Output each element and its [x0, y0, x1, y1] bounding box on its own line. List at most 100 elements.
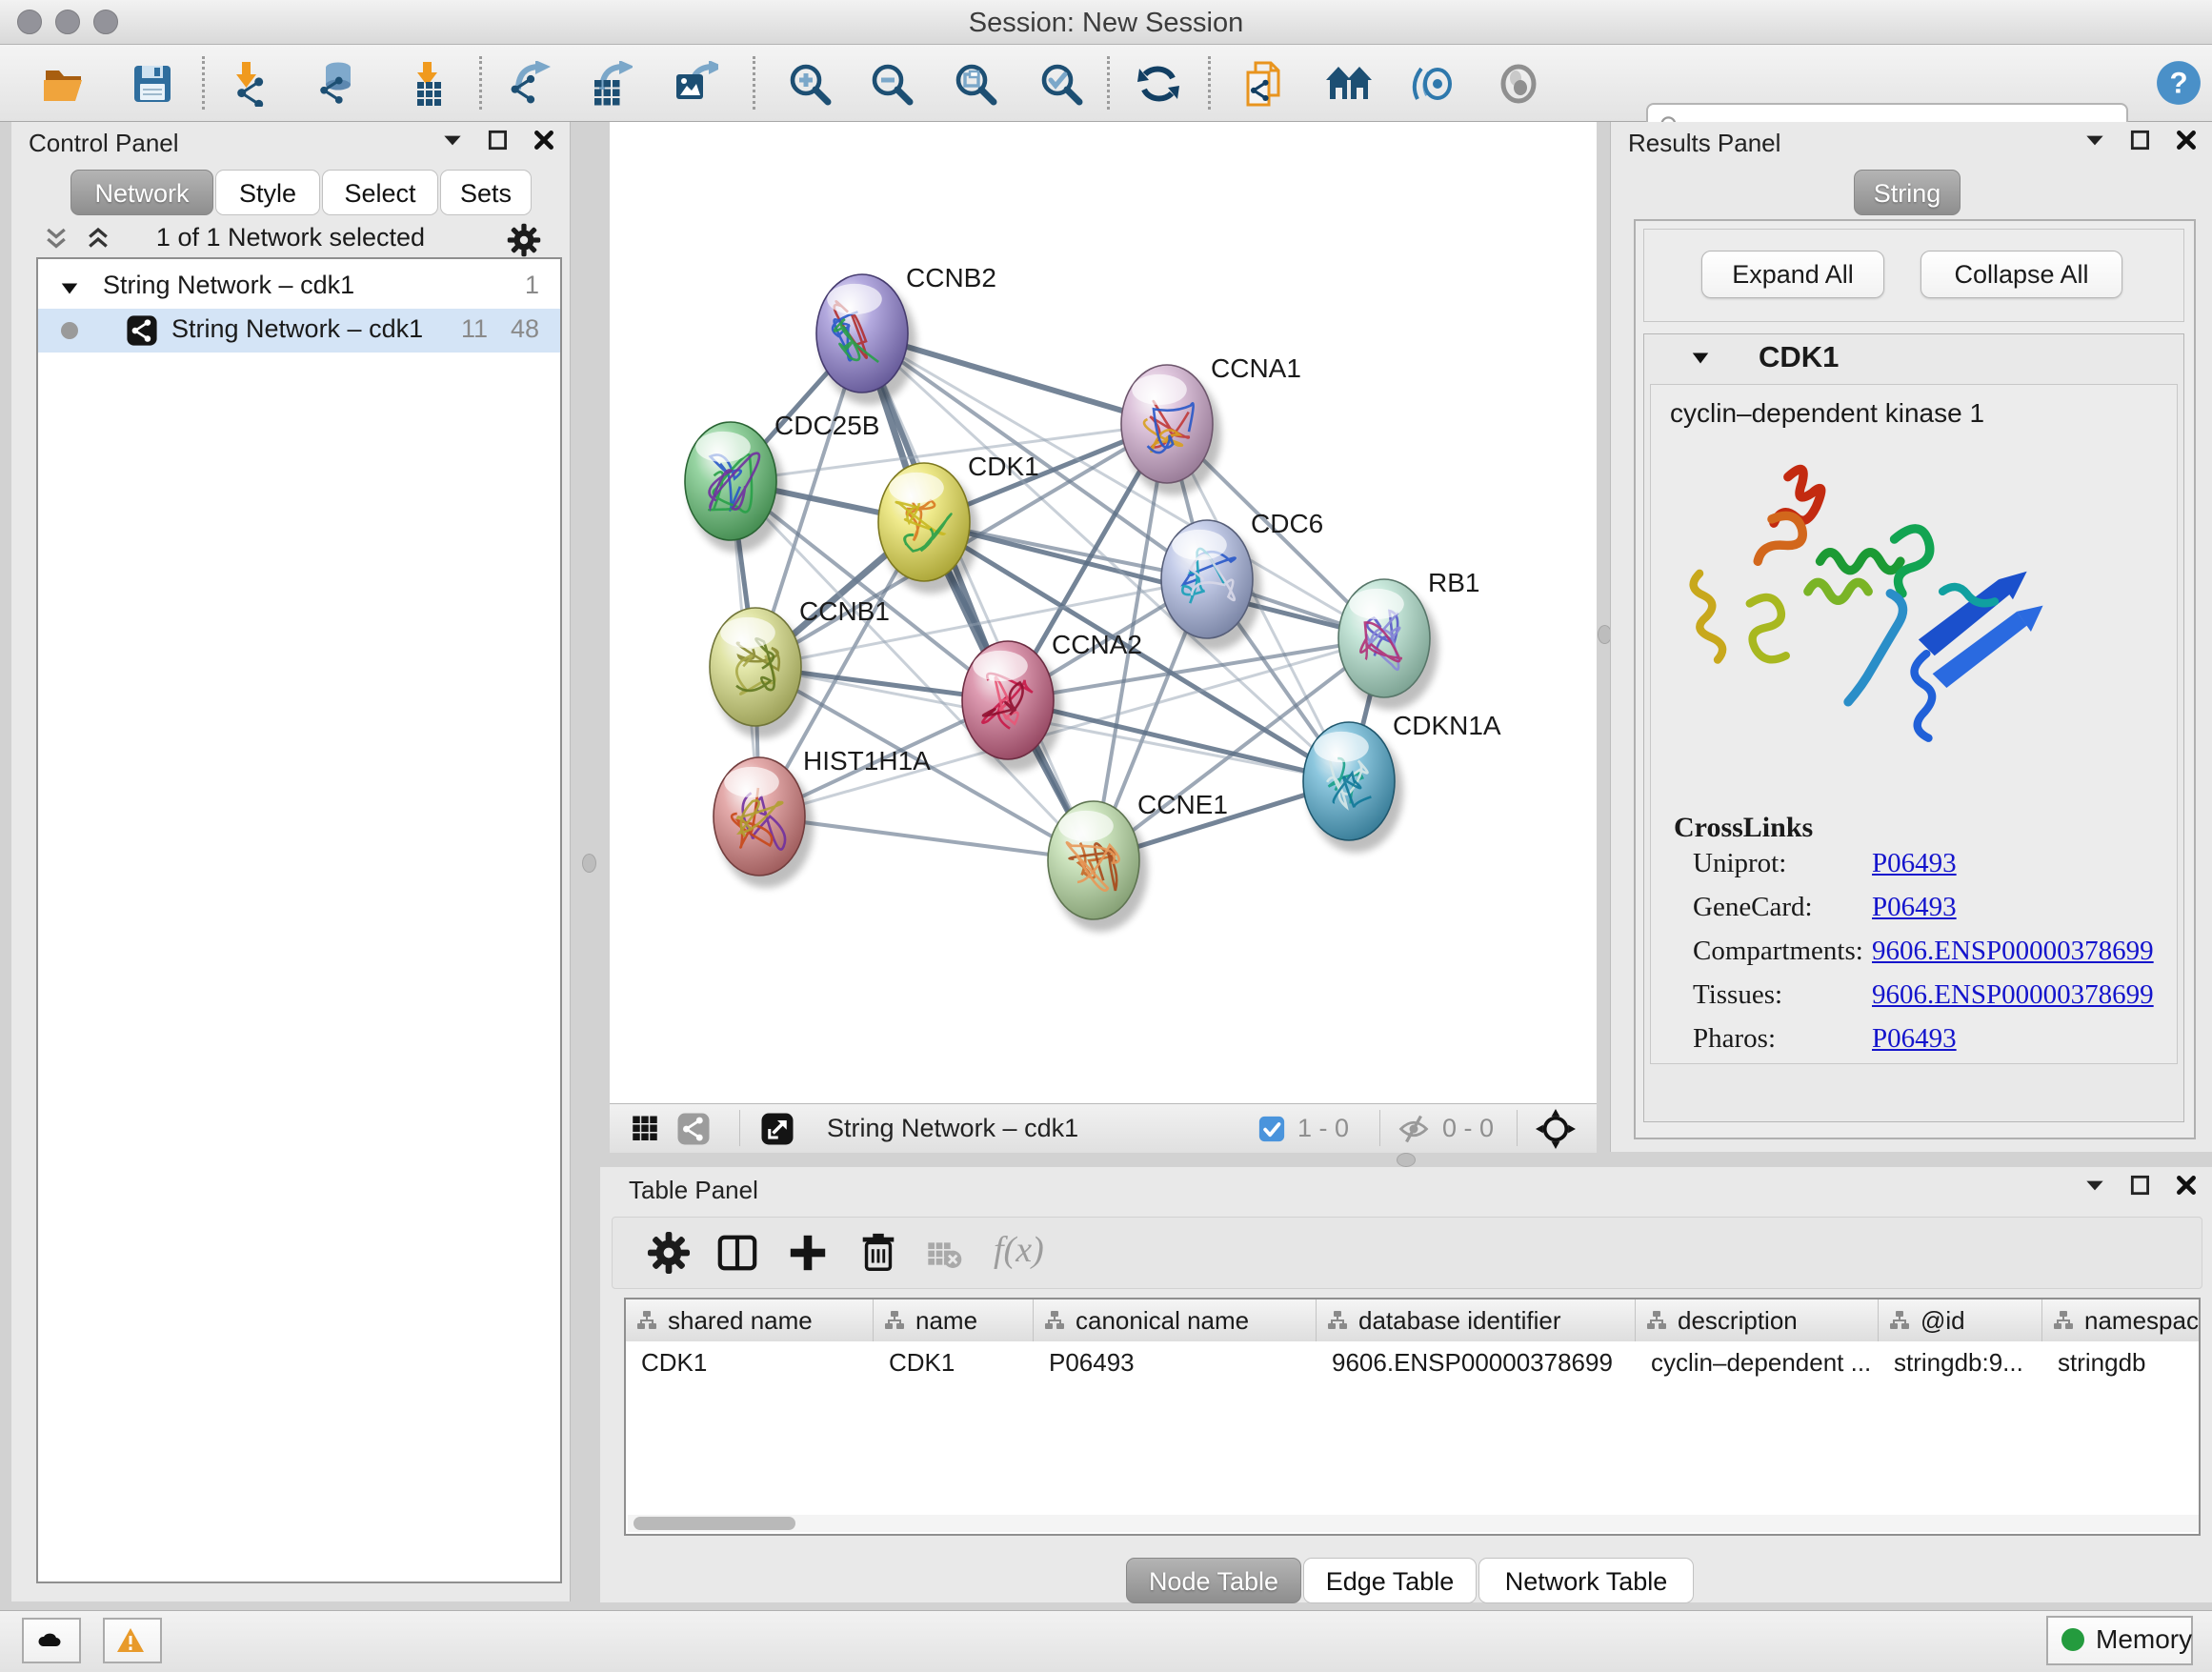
panel-menu-icon[interactable]	[440, 128, 465, 152]
results-panel-title: Results Panel	[1628, 129, 1780, 158]
results-panel-header: Results Panel	[1611, 122, 2212, 164]
export-image-icon[interactable]	[673, 61, 718, 107]
column-header-name[interactable]: name	[874, 1299, 1034, 1341]
network-row-selected[interactable]: String Network – cdk1 11 48	[38, 309, 560, 353]
warning-button[interactable]	[103, 1618, 162, 1663]
title-bar: Session: New Session	[0, 0, 2212, 45]
save-session-icon[interactable]	[130, 61, 175, 107]
export-table-icon[interactable]	[587, 61, 633, 107]
panel-float-icon[interactable]	[2128, 1173, 2153, 1198]
selected-checkbox-icon[interactable]	[1257, 1115, 1286, 1143]
import-network-file-icon[interactable]	[229, 61, 274, 107]
tab-style[interactable]: Style	[215, 170, 320, 215]
help-icon[interactable]: ?	[2155, 59, 2202, 107]
horizontal-scrollbar[interactable]	[628, 1515, 2199, 1532]
crosslink-link[interactable]: 9606.ENSP00000378699	[1872, 936, 2154, 967]
network-options-gear-icon[interactable]	[507, 223, 541, 257]
first-neighbors-icon[interactable]	[1326, 61, 1372, 107]
apply-layout-icon[interactable]	[1136, 61, 1181, 107]
network-canvas[interactable]: CCNB2CCNA1CDC25BCDK1CDC6RB1CCNB1CCNA2CDK…	[610, 122, 1597, 1103]
import-table-file-icon[interactable]	[404, 61, 450, 107]
show-columns-icon[interactable]	[715, 1231, 759, 1275]
zoom-in-icon[interactable]	[787, 61, 833, 107]
zoom-out-icon[interactable]	[869, 61, 915, 107]
tab-sets[interactable]: Sets	[440, 170, 532, 215]
column-header-database-identifier[interactable]: database identifier	[1317, 1299, 1636, 1341]
detach-view-icon[interactable]	[760, 1112, 794, 1146]
table-cell[interactable]: CDK1	[626, 1341, 874, 1383]
tab-node-table[interactable]: Node Table	[1126, 1558, 1301, 1603]
tab-string[interactable]: String	[1854, 170, 1961, 215]
table-row[interactable]: CDK1CDK1P064939606.ENSP00000378699cyclin…	[626, 1341, 2201, 1383]
panel-close-icon[interactable]	[2174, 128, 2199, 152]
scrollbar-thumb[interactable]	[633, 1517, 795, 1530]
import-network-database-icon[interactable]	[314, 61, 360, 107]
network-type-icon	[676, 1112, 711, 1146]
control-panel-title: Control Panel	[29, 129, 179, 158]
table-cell[interactable]: stringdb:9...	[1879, 1341, 2042, 1383]
zoom-fit-icon[interactable]	[953, 61, 998, 107]
crosslink-link[interactable]: P06493	[1872, 892, 1957, 923]
node-table: shared namenamecanonical namedatabase id…	[624, 1298, 2201, 1536]
panel-menu-icon[interactable]	[2082, 128, 2107, 152]
table-cell[interactable]: 9606.ENSP00000378699	[1317, 1341, 1636, 1383]
panel-menu-icon[interactable]	[2082, 1173, 2107, 1198]
panel-float-icon[interactable]	[2128, 128, 2153, 152]
cloud-button[interactable]	[22, 1618, 81, 1663]
entry-expander-icon[interactable]	[1690, 348, 1711, 369]
function-builder-icon[interactable]: f(x)	[994, 1229, 1044, 1271]
tab-network[interactable]: Network	[70, 170, 213, 215]
crosslink-row: Compartments: 9606.ENSP00000378699	[1651, 936, 2177, 979]
add-column-icon[interactable]	[786, 1231, 830, 1275]
network-collection-row[interactable]: String Network – cdk1 1	[38, 265, 560, 309]
horizontal-splitter-handle[interactable]	[1397, 1153, 1416, 1167]
column-header-namespace[interactable]: namespace	[2042, 1299, 2201, 1341]
delete-column-icon[interactable]	[856, 1231, 900, 1275]
column-header--id[interactable]: @id	[1879, 1299, 2042, 1341]
hidden-elements-icon[interactable]	[1397, 1112, 1431, 1146]
memory-button[interactable]: Memory	[2046, 1616, 2193, 1665]
network-status-dot	[61, 322, 78, 339]
column-header-shared-name[interactable]: shared name	[626, 1299, 874, 1341]
gene-entry-header[interactable]: CDK1	[1644, 334, 2183, 382]
new-network-from-selection-icon[interactable]	[1242, 61, 1288, 107]
fit-selected-icon[interactable]	[1536, 1109, 1576, 1149]
expand-all-button[interactable]: Expand All	[1701, 251, 1884, 298]
table-cell[interactable]: CDK1	[874, 1341, 1034, 1383]
export-network-icon[interactable]	[505, 61, 551, 107]
panel-float-icon[interactable]	[486, 128, 511, 152]
crosslink-link[interactable]: 9606.ENSP00000378699	[1872, 979, 2154, 1011]
node-label: CDKN1A	[1393, 711, 1501, 740]
zoom-selected-icon[interactable]	[1038, 61, 1084, 107]
memory-label: Memory	[2096, 1624, 2192, 1655]
show-graphics-details-icon[interactable]	[1408, 61, 1454, 107]
column-header-description[interactable]: description	[1636, 1299, 1879, 1341]
crosslink-label: Tissues:	[1693, 979, 1782, 1011]
bird-eye-view-icon[interactable]	[1496, 61, 1541, 107]
tab-network-table[interactable]: Network Table	[1478, 1558, 1694, 1603]
memory-status-dot	[2061, 1628, 2084, 1651]
tab-select[interactable]: Select	[322, 170, 438, 215]
tree-expander-icon[interactable]	[59, 276, 80, 297]
left-splitter-handle[interactable]	[582, 854, 596, 873]
open-session-icon[interactable]	[42, 61, 88, 107]
crosslink-label: Uniprot:	[1693, 848, 1786, 879]
table-options-gear-icon[interactable]	[647, 1231, 691, 1275]
panel-close-icon[interactable]	[2174, 1173, 2199, 1198]
grid-mode-icon[interactable]	[631, 1112, 665, 1146]
toolbar-separator	[1517, 1110, 1518, 1146]
tab-edge-table[interactable]: Edge Table	[1303, 1558, 1477, 1603]
crosslink-link[interactable]: P06493	[1872, 1023, 1957, 1055]
crosslink-row: Tissues: 9606.ENSP00000378699	[1651, 979, 2177, 1023]
network-view-toolbar: String Network – cdk1 1 - 0 0 - 0	[610, 1103, 1597, 1153]
table-cell[interactable]: cyclin–dependent ...	[1636, 1341, 1879, 1383]
delete-table-icon[interactable]	[925, 1235, 963, 1273]
table-cell[interactable]: stringdb	[2042, 1341, 2201, 1383]
gene-description: cyclin–dependent kinase 1	[1670, 398, 1984, 429]
crosslink-link[interactable]: P06493	[1872, 848, 1957, 879]
panel-close-icon[interactable]	[532, 128, 556, 152]
table-cell[interactable]: P06493	[1034, 1341, 1317, 1383]
column-header-canonical-name[interactable]: canonical name	[1034, 1299, 1317, 1341]
collapse-all-button[interactable]: Collapse All	[1920, 251, 2122, 298]
crosslink-label: Compartments:	[1693, 936, 1863, 967]
